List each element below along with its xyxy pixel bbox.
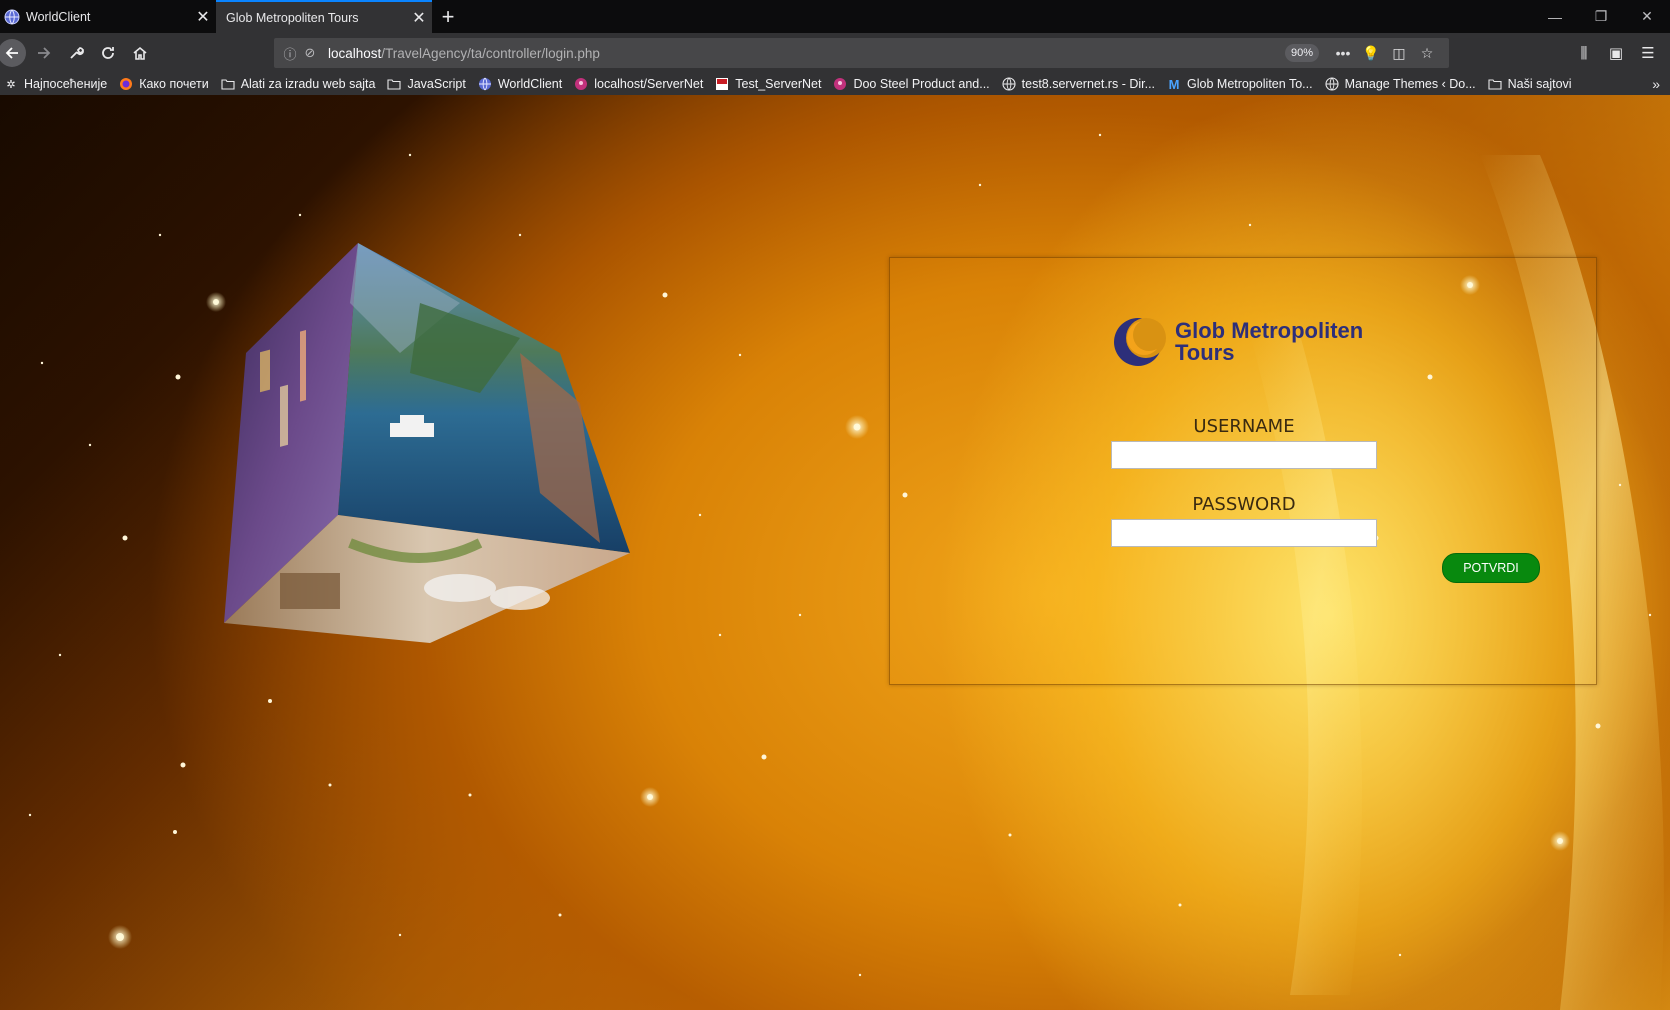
bookmark-item[interactable]: Test_ServerNet — [715, 77, 821, 91]
window-controls: — ❐ ✕ — [1532, 0, 1670, 33]
username-label: USERNAME — [1193, 416, 1295, 437]
pocket-icon[interactable]: ◫ — [1385, 45, 1413, 62]
bookmark-label: Doo Steel Product and... — [853, 77, 990, 91]
bookmark-label: Manage Themes ‹ Do... — [1344, 77, 1476, 91]
password-label: PASSWORD — [1192, 494, 1296, 515]
submit-button[interactable]: POTVRDI — [1442, 553, 1540, 583]
firefox-icon — [119, 77, 133, 91]
folder-icon — [387, 77, 402, 91]
servernet-icon — [833, 77, 847, 91]
reload-icon — [102, 47, 114, 59]
page-actions-icon[interactable]: ••• — [1329, 45, 1357, 61]
bookmarks-toolbar: ✲ Најпосећеније Како почети Alati za izr… — [0, 73, 1670, 96]
new-tab-button[interactable]: + — [432, 0, 464, 33]
logo-subtitle: Tours — [1175, 340, 1235, 365]
lightbulb-icon[interactable]: 💡 — [1357, 45, 1385, 62]
folder-icon — [1488, 77, 1502, 91]
servernet-icon — [574, 77, 588, 91]
tab-worldclient[interactable]: WorldClient ✕ — [0, 0, 216, 33]
reload-button[interactable] — [92, 37, 124, 69]
bookmark-label: Како почети — [139, 77, 209, 91]
bookmark-label: Test_ServerNet — [735, 77, 822, 91]
company-logo: Glob Metropoliten Tours — [1111, 316, 1363, 368]
bookmark-item[interactable]: WorldClient — [478, 77, 562, 91]
navigation-toolbar: ⓘ ⊘ localhost/TravelAgency/ta/controller… — [0, 33, 1670, 73]
globe-icon — [1325, 77, 1339, 91]
globe-icon — [1002, 77, 1016, 91]
bookmark-label: WorldClient — [497, 77, 563, 91]
close-tab-icon[interactable]: ✕ — [190, 7, 216, 27]
url-path: /TravelAgency/ta/controller/login.php — [381, 45, 600, 61]
tools-button[interactable] — [60, 37, 92, 69]
tab-glob-metropoliten[interactable]: Glob Metropoliten Tours ✕ — [216, 0, 432, 33]
folder-icon — [221, 77, 235, 91]
bookmark-label: Glob Metropoliten To... — [1187, 77, 1313, 91]
bookmark-item[interactable]: Manage Themes ‹ Do... — [1325, 77, 1476, 91]
info-icon[interactable]: ⓘ — [282, 45, 298, 62]
bookmark-label: Најпосећеније — [24, 77, 108, 91]
bookmark-label: localhost/ServerNet — [594, 77, 704, 91]
gear-icon: ✲ — [6, 78, 16, 91]
logo-title: Glob Metropoliten — [1175, 318, 1364, 343]
arrow-right-icon — [38, 47, 51, 59]
tab-strip: WorldClient ✕ Glob Metropoliten Tours ✕ … — [0, 0, 1670, 33]
bookmark-item[interactable]: Како почети — [119, 77, 209, 91]
arrow-left-icon — [5, 47, 18, 59]
bookmark-item[interactable]: test8.servernet.rs - Dir... — [1002, 77, 1155, 91]
restore-icon[interactable]: ❐ — [1578, 0, 1624, 33]
tracking-protection-icon[interactable]: ⊘ — [302, 45, 318, 61]
bookmark-item[interactable]: Alati za izradu web sajta — [221, 77, 376, 91]
address-bar[interactable]: ⓘ ⊘ localhost/TravelAgency/ta/controller… — [274, 38, 1449, 68]
globe-icon — [4, 9, 20, 24]
menu-icon[interactable]: ☰ — [1632, 37, 1664, 69]
bookmark-item[interactable]: M Glob Metropoliten To... — [1167, 76, 1313, 92]
close-window-icon[interactable]: ✕ — [1624, 0, 1670, 33]
sidebar-icon[interactable]: ▣ — [1600, 37, 1632, 69]
home-button[interactable] — [124, 37, 156, 69]
page-viewport: Glob Metropoliten Tours USERNAME PASSWOR… — [0, 95, 1670, 1010]
crescent-logo-icon — [1114, 318, 1166, 366]
rotating-photo-cube — [224, 243, 630, 643]
zoom-level[interactable]: 90% — [1284, 44, 1319, 62]
bookmark-item[interactable]: Doo Steel Product and... — [833, 77, 990, 91]
tab-title: Glob Metropoliten Tours — [226, 10, 359, 25]
back-button[interactable] — [0, 37, 28, 69]
login-panel: Glob Metropoliten Tours USERNAME PASSWOR… — [889, 257, 1597, 685]
m-logo-icon: M — [1168, 76, 1180, 92]
servernet-red-icon — [715, 77, 729, 91]
library-icon[interactable]: ⫼ — [1568, 37, 1600, 69]
url-host: localhost — [328, 45, 382, 61]
tab-title: WorldClient — [26, 9, 91, 24]
bookmark-star-icon[interactable]: ☆ — [1413, 45, 1441, 62]
bookmark-item[interactable]: localhost/ServerNet — [574, 77, 703, 91]
globe-icon — [478, 77, 492, 91]
bookmark-label: Naši sajtovi — [1507, 77, 1572, 91]
bookmark-label: Alati za izradu web sajta — [240, 77, 376, 91]
bookmark-item[interactable]: Naši sajtovi — [1488, 77, 1572, 91]
minimize-icon[interactable]: — — [1532, 0, 1578, 33]
bookmark-item[interactable]: JavaScript — [387, 77, 466, 91]
chevron-double-right-icon[interactable]: » — [1652, 76, 1660, 92]
username-input[interactable] — [1111, 441, 1377, 469]
bookmark-label: JavaScript — [407, 77, 466, 91]
bookmark-label: test8.servernet.rs - Dir... — [1021, 77, 1156, 91]
password-input[interactable] — [1111, 519, 1377, 547]
forward-button[interactable] — [28, 37, 60, 69]
close-tab-icon[interactable]: ✕ — [406, 8, 432, 28]
bookmark-item[interactable]: ✲ Најпосећеније — [4, 77, 107, 91]
home-icon — [133, 46, 147, 60]
wrench-icon — [70, 47, 84, 59]
